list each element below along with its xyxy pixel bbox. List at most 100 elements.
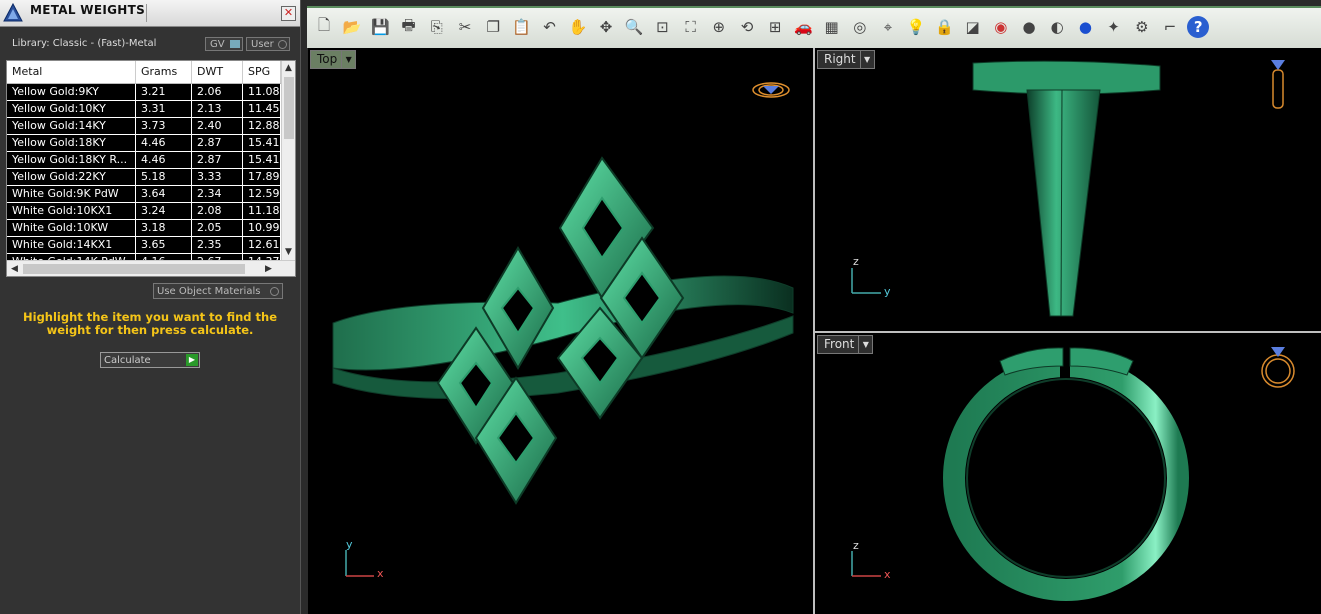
new-file-icon[interactable]: 🗋 — [313, 16, 335, 38]
lock-icon[interactable]: 🔒 — [933, 16, 955, 38]
chevron-down-icon[interactable]: ▼ — [859, 51, 874, 68]
cell-grams: 3.65 — [136, 237, 192, 253]
metal-weights-panel: METAL WEIGHTS ✕ Library: Classic - (Fast… — [0, 0, 301, 614]
use-object-materials-label: Use Object Materials — [157, 286, 261, 297]
zoom-window-icon[interactable]: ⊡ — [651, 16, 673, 38]
column-header-grams[interactable]: Grams — [136, 61, 192, 83]
axis-label-x: x — [377, 567, 384, 580]
scroll-up-icon[interactable]: ▲ — [285, 62, 292, 74]
close-button[interactable]: ✕ — [281, 6, 296, 21]
viewport-front[interactable]: z x Front ▼ — [815, 333, 1321, 614]
table-row[interactable]: Yellow Gold:9KY 3.21 2.06 11.08 — [7, 84, 281, 101]
cell-spg: 10.99 — [243, 220, 281, 236]
spotlight-icon[interactable]: ✦ — [1103, 16, 1125, 38]
use-object-materials-toggle[interactable]: Use Object Materials — [153, 283, 283, 299]
viewport-right[interactable]: z y Right ▼ — [815, 48, 1321, 331]
cell-spg: 12.88 — [243, 118, 281, 134]
table-row[interactable]: Yellow Gold:22KY 5.18 3.33 17.89 — [7, 169, 281, 186]
color-wheel-icon[interactable]: ◉ — [990, 16, 1012, 38]
top-view-model — [332, 82, 794, 577]
gv-toggle[interactable]: GV — [205, 37, 243, 51]
blue-sphere-icon[interactable]: ● — [1074, 16, 1096, 38]
undo-view-icon[interactable]: ⟲ — [736, 16, 758, 38]
cell-spg: 15.41 — [243, 135, 281, 151]
pan-hand-icon[interactable]: ✋ — [567, 16, 589, 38]
calculate-button[interactable]: Calculate ▶ — [100, 352, 200, 368]
zoom-extents-icon[interactable]: ⛶ — [680, 16, 702, 38]
horizontal-scroll-thumb[interactable] — [23, 264, 245, 274]
close-icon: ✕ — [283, 6, 294, 19]
cut-icon[interactable]: ✂ — [454, 16, 476, 38]
cell-spg: 11.18 — [243, 203, 281, 219]
table-row[interactable]: White Gold:10KW 3.18 2.05 10.99 — [7, 220, 281, 237]
viewport-label-right[interactable]: Right ▼ — [817, 50, 875, 69]
open-folder-icon[interactable]: 📂 — [341, 16, 363, 38]
scroll-left-icon[interactable]: ◀ — [11, 263, 18, 275]
export-icon[interactable]: ⎘ — [426, 16, 448, 38]
horizontal-scrollbar[interactable]: ◀ ▶ — [7, 260, 295, 276]
cell-spg: 12.61 — [243, 237, 281, 253]
vertical-scrollbar[interactable]: ▲ ▼ — [281, 61, 295, 260]
grid-plane-icon[interactable]: ▦ — [821, 16, 843, 38]
viewport-label-front[interactable]: Front ▼ — [817, 335, 874, 354]
cell-dwt: 2.35 — [192, 237, 243, 253]
chevron-down-icon[interactable]: ▼ — [858, 336, 872, 353]
cell-dwt: 2.34 — [192, 186, 243, 202]
scroll-down-icon[interactable]: ▼ — [285, 246, 292, 258]
column-header-spg[interactable]: SPG — [243, 61, 281, 83]
four-viewports-icon[interactable]: ⊞ — [764, 16, 786, 38]
render-sphere-icon[interactable]: ● — [1018, 16, 1040, 38]
undo-icon[interactable]: ↶ — [539, 16, 561, 38]
dimension-icon[interactable]: ⌐ — [1159, 16, 1181, 38]
viewport-label-top[interactable]: Top ▼ — [310, 50, 357, 69]
column-header-metal[interactable]: Metal — [7, 61, 136, 83]
cell-grams: 3.64 — [136, 186, 192, 202]
rotate-view-icon[interactable]: ✥ — [595, 16, 617, 38]
table-row[interactable]: White Gold:9K PdW 3.64 2.34 12.59 — [7, 186, 281, 203]
light-bulb-icon[interactable]: 💡 — [905, 16, 927, 38]
table-row[interactable]: Yellow Gold:18KY 4.46 2.87 15.41 — [7, 135, 281, 152]
chevron-down-icon[interactable]: ▼ — [341, 51, 355, 68]
help-icon[interactable]: ? — [1187, 16, 1210, 38]
table-row[interactable]: Yellow Gold:10KY 3.31 2.13 11.45 — [7, 101, 281, 118]
cell-dwt: 2.87 — [192, 135, 243, 151]
material-icon[interactable]: ◪ — [962, 16, 984, 38]
copy-icon[interactable]: ❐ — [482, 16, 504, 38]
zoom-icon[interactable]: 🔍 — [623, 16, 645, 38]
table-body: Yellow Gold:9KY 3.21 2.06 11.08 Yellow Gold:… — [7, 84, 281, 271]
viewport-label-text: Front — [824, 337, 855, 351]
settings-gear-icon[interactable]: ⚙ — [1131, 16, 1153, 38]
car-icon[interactable]: 🚗 — [792, 16, 814, 38]
play-icon: ▶ — [186, 354, 198, 366]
table-row[interactable]: Yellow Gold:18KY R... 4.46 2.87 15.41 — [7, 152, 281, 169]
toggle-knob — [278, 40, 287, 49]
gumball-icon[interactable]: ◎ — [849, 16, 871, 38]
cell-spg: 11.08 — [243, 84, 281, 100]
panel-titlebar[interactable]: METAL WEIGHTS ✕ — [0, 0, 300, 27]
viewport-top[interactable]: y x Top ▼ — [308, 48, 813, 614]
cell-grams: 3.18 — [136, 220, 192, 236]
vertical-scroll-thumb[interactable] — [284, 77, 294, 139]
cell-dwt: 2.08 — [192, 203, 243, 219]
cell-dwt: 2.40 — [192, 118, 243, 134]
scroll-right-icon[interactable]: ▶ — [265, 263, 272, 275]
object-snap-icon[interactable]: ⌖ — [877, 16, 899, 38]
table-row[interactable]: White Gold:10KX1 3.24 2.08 11.18 — [7, 203, 281, 220]
print-icon[interactable]: 🖶 — [398, 16, 420, 38]
cell-grams: 3.21 — [136, 84, 192, 100]
zoom-selected-icon[interactable]: ⊕ — [708, 16, 730, 38]
column-header-dwt[interactable]: DWT — [192, 61, 243, 83]
shaded-sphere-icon[interactable]: ◐ — [1046, 16, 1068, 38]
axis-label-z: z — [853, 255, 859, 268]
cell-grams: 3.31 — [136, 101, 192, 117]
cell-metal: Yellow Gold:9KY — [7, 84, 136, 100]
table-header: Metal Grams DWT SPG — [7, 61, 281, 84]
table-row[interactable]: Yellow Gold:14KY 3.73 2.40 12.88 — [7, 118, 281, 135]
table-row[interactable]: White Gold:14KX1 3.65 2.35 12.61 — [7, 237, 281, 254]
cell-grams: 4.46 — [136, 152, 192, 168]
user-toggle[interactable]: User — [246, 37, 290, 51]
save-icon[interactable]: 💾 — [369, 16, 391, 38]
paste-icon[interactable]: 📋 — [510, 16, 532, 38]
cell-metal: Yellow Gold:22KY — [7, 169, 136, 185]
cell-spg: 12.59 — [243, 186, 281, 202]
